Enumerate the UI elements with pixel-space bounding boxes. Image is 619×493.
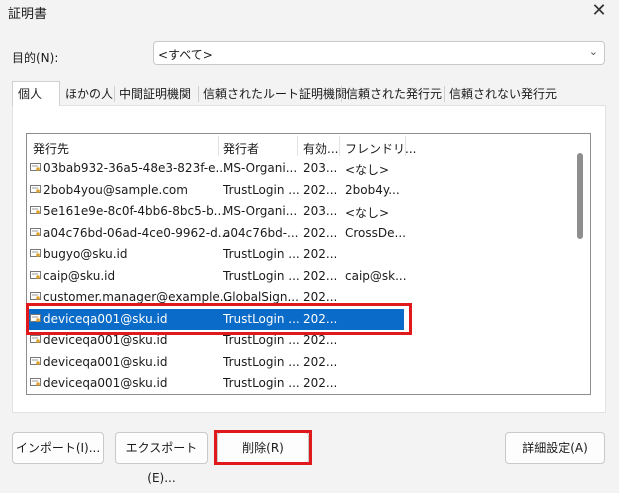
cell-expiration: 202... — [303, 333, 338, 347]
cell-issued-to: deviceqa001@sku.id — [43, 376, 168, 390]
table-row[interactable]: deviceqa001@sku.id TrustLogin ... 202... — [27, 373, 582, 394]
certificate-icon — [30, 206, 41, 214]
purpose-label: 目的(N): — [12, 51, 59, 65]
highlight-box-selected-row — [26, 303, 412, 335]
column-divider[interactable] — [218, 136, 219, 156]
cell-issued-to: 03bab932-36a5-48e3-823f-e... — [43, 161, 227, 175]
tab-trusted-publishers[interactable]: 信頼された発行元 — [346, 82, 442, 106]
cell-expiration: 202... — [303, 182, 338, 197]
cell-issued-to: caip@sku.id — [43, 268, 116, 283]
cell-issued-by: TrustLogin ... — [223, 376, 300, 390]
close-icon[interactable]: ✕ — [587, 0, 611, 24]
tab-divider — [198, 86, 199, 102]
certificate-list[interactable]: 発行先 発行者 有効... フレンドリ... 03bab932-36a5-48e… — [26, 133, 591, 395]
tab-personal[interactable]: 個人 — [12, 81, 60, 106]
certificate-icon — [30, 378, 41, 386]
cell-expiration: 202... — [303, 290, 338, 304]
tab-intermediate-ca[interactable]: 中間証明機関 — [119, 82, 191, 106]
table-row[interactable]: deviceqa001@sku.id TrustLogin ... 202... — [27, 352, 582, 373]
certificate-icon — [30, 335, 41, 343]
cell-friendly-name: 2bob4y... — [345, 182, 400, 197]
cell-issued-by: TrustLogin ... — [223, 182, 300, 197]
tab-divider — [444, 86, 445, 102]
cell-issued-to: deviceqa001@sku.id — [43, 354, 168, 369]
export-button[interactable]: エクスポート(E)... — [115, 432, 208, 485]
column-divider[interactable] — [339, 136, 340, 156]
column-divider[interactable] — [297, 136, 298, 156]
highlight-box-delete — [214, 430, 312, 465]
table-row[interactable]: 03bab932-36a5-48e3-823f-e... MS-Organi...… — [27, 158, 582, 179]
purpose-select-value: <すべて> — [158, 48, 213, 62]
title-bar: 証明書 ✕ — [0, 0, 619, 26]
cell-expiration: 203... — [303, 161, 338, 175]
table-row[interactable]: 2bob4you@sample.com TrustLogin ... 202... 2… — [27, 180, 582, 201]
cell-issued-by: TrustLogin ... — [223, 268, 300, 283]
cell-friendly-name: caip@sk... — [345, 268, 407, 283]
purpose-select[interactable]: <すべて> ⌄ — [153, 41, 605, 65]
cell-issued-to: customer.manager@example... — [43, 290, 232, 304]
certificate-icon — [30, 184, 41, 193]
table-row[interactable]: caip@sku.id TrustLogin ... 202... caip@sk..… — [27, 266, 582, 287]
cell-issued-by: TrustLogin ... — [223, 354, 300, 369]
cell-issued-to: bugyo@sku.id — [43, 247, 128, 261]
column-divider[interactable] — [405, 136, 406, 156]
certificate-icon — [30, 249, 41, 257]
cell-expiration: 202... — [303, 247, 338, 261]
cell-issued-by: a04c76bd-... — [223, 225, 299, 240]
tab-divider — [114, 86, 115, 102]
window-title: 証明書 — [8, 7, 48, 22]
tab-divider — [341, 86, 342, 102]
tab-other-people[interactable]: ほかの人 — [65, 82, 113, 106]
cell-issued-by: TrustLogin ... — [223, 247, 300, 261]
cell-expiration: 202... — [303, 376, 338, 390]
cell-expiration: 202... — [303, 268, 338, 283]
certificate-icon — [30, 292, 41, 300]
column-header-expiration[interactable]: 有効... — [303, 140, 338, 157]
cell-issued-to: 5e161e9e-8c0f-4bb6-8bc5-b... — [43, 204, 226, 218]
cell-issued-by: MS-Organi... — [223, 204, 298, 218]
column-header-issued-by[interactable]: 発行者 — [223, 140, 259, 157]
table-row[interactable]: bugyo@sku.id TrustLogin ... 202... — [27, 244, 582, 265]
tab-trusted-root-ca[interactable]: 信頼されたルート証明機関 — [203, 82, 347, 106]
cell-issued-to: 2bob4you@sample.com — [43, 182, 188, 197]
cell-issued-by: MS-Organi... — [223, 161, 298, 175]
list-header: 発行先 発行者 有効... フレンドリ... — [27, 134, 590, 158]
cell-friendly-name: <なし> — [345, 206, 390, 220]
scrollbar-thumb[interactable] — [577, 153, 583, 239]
tab-untrusted-publishers[interactable]: 信頼されない発行元 — [449, 82, 557, 106]
import-button[interactable]: インポート(I)... — [12, 432, 104, 464]
advanced-settings-button[interactable]: 詳細設定(A) — [505, 432, 605, 464]
cell-expiration: 202... — [303, 225, 338, 240]
table-row[interactable]: 5e161e9e-8c0f-4bb6-8bc5-b... MS-Organi...… — [27, 201, 582, 222]
cell-issued-by: GlobalSign... — [223, 290, 299, 304]
certificate-icon — [30, 163, 41, 171]
cell-expiration: 203... — [303, 204, 338, 218]
chevron-down-icon: ⌄ — [588, 45, 598, 58]
cell-friendly-name: <なし> — [345, 163, 390, 177]
cell-expiration: 202... — [303, 354, 338, 369]
cell-issued-to: deviceqa001@sku.id — [43, 333, 168, 347]
column-header-issued-to[interactable]: 発行先 — [33, 140, 69, 157]
certificate-icon — [30, 356, 41, 365]
cell-issued-to: a04c76bd-06ad-4ce0-9962-d... — [43, 225, 230, 240]
certificate-icon — [30, 270, 41, 279]
cell-issued-by: TrustLogin ... — [223, 333, 300, 347]
cell-friendly-name: CrossDe... — [345, 225, 406, 240]
certificate-icon — [30, 227, 41, 236]
table-row[interactable]: a04c76bd-06ad-4ce0-9962-d... a04c76bd-...… — [27, 223, 582, 244]
